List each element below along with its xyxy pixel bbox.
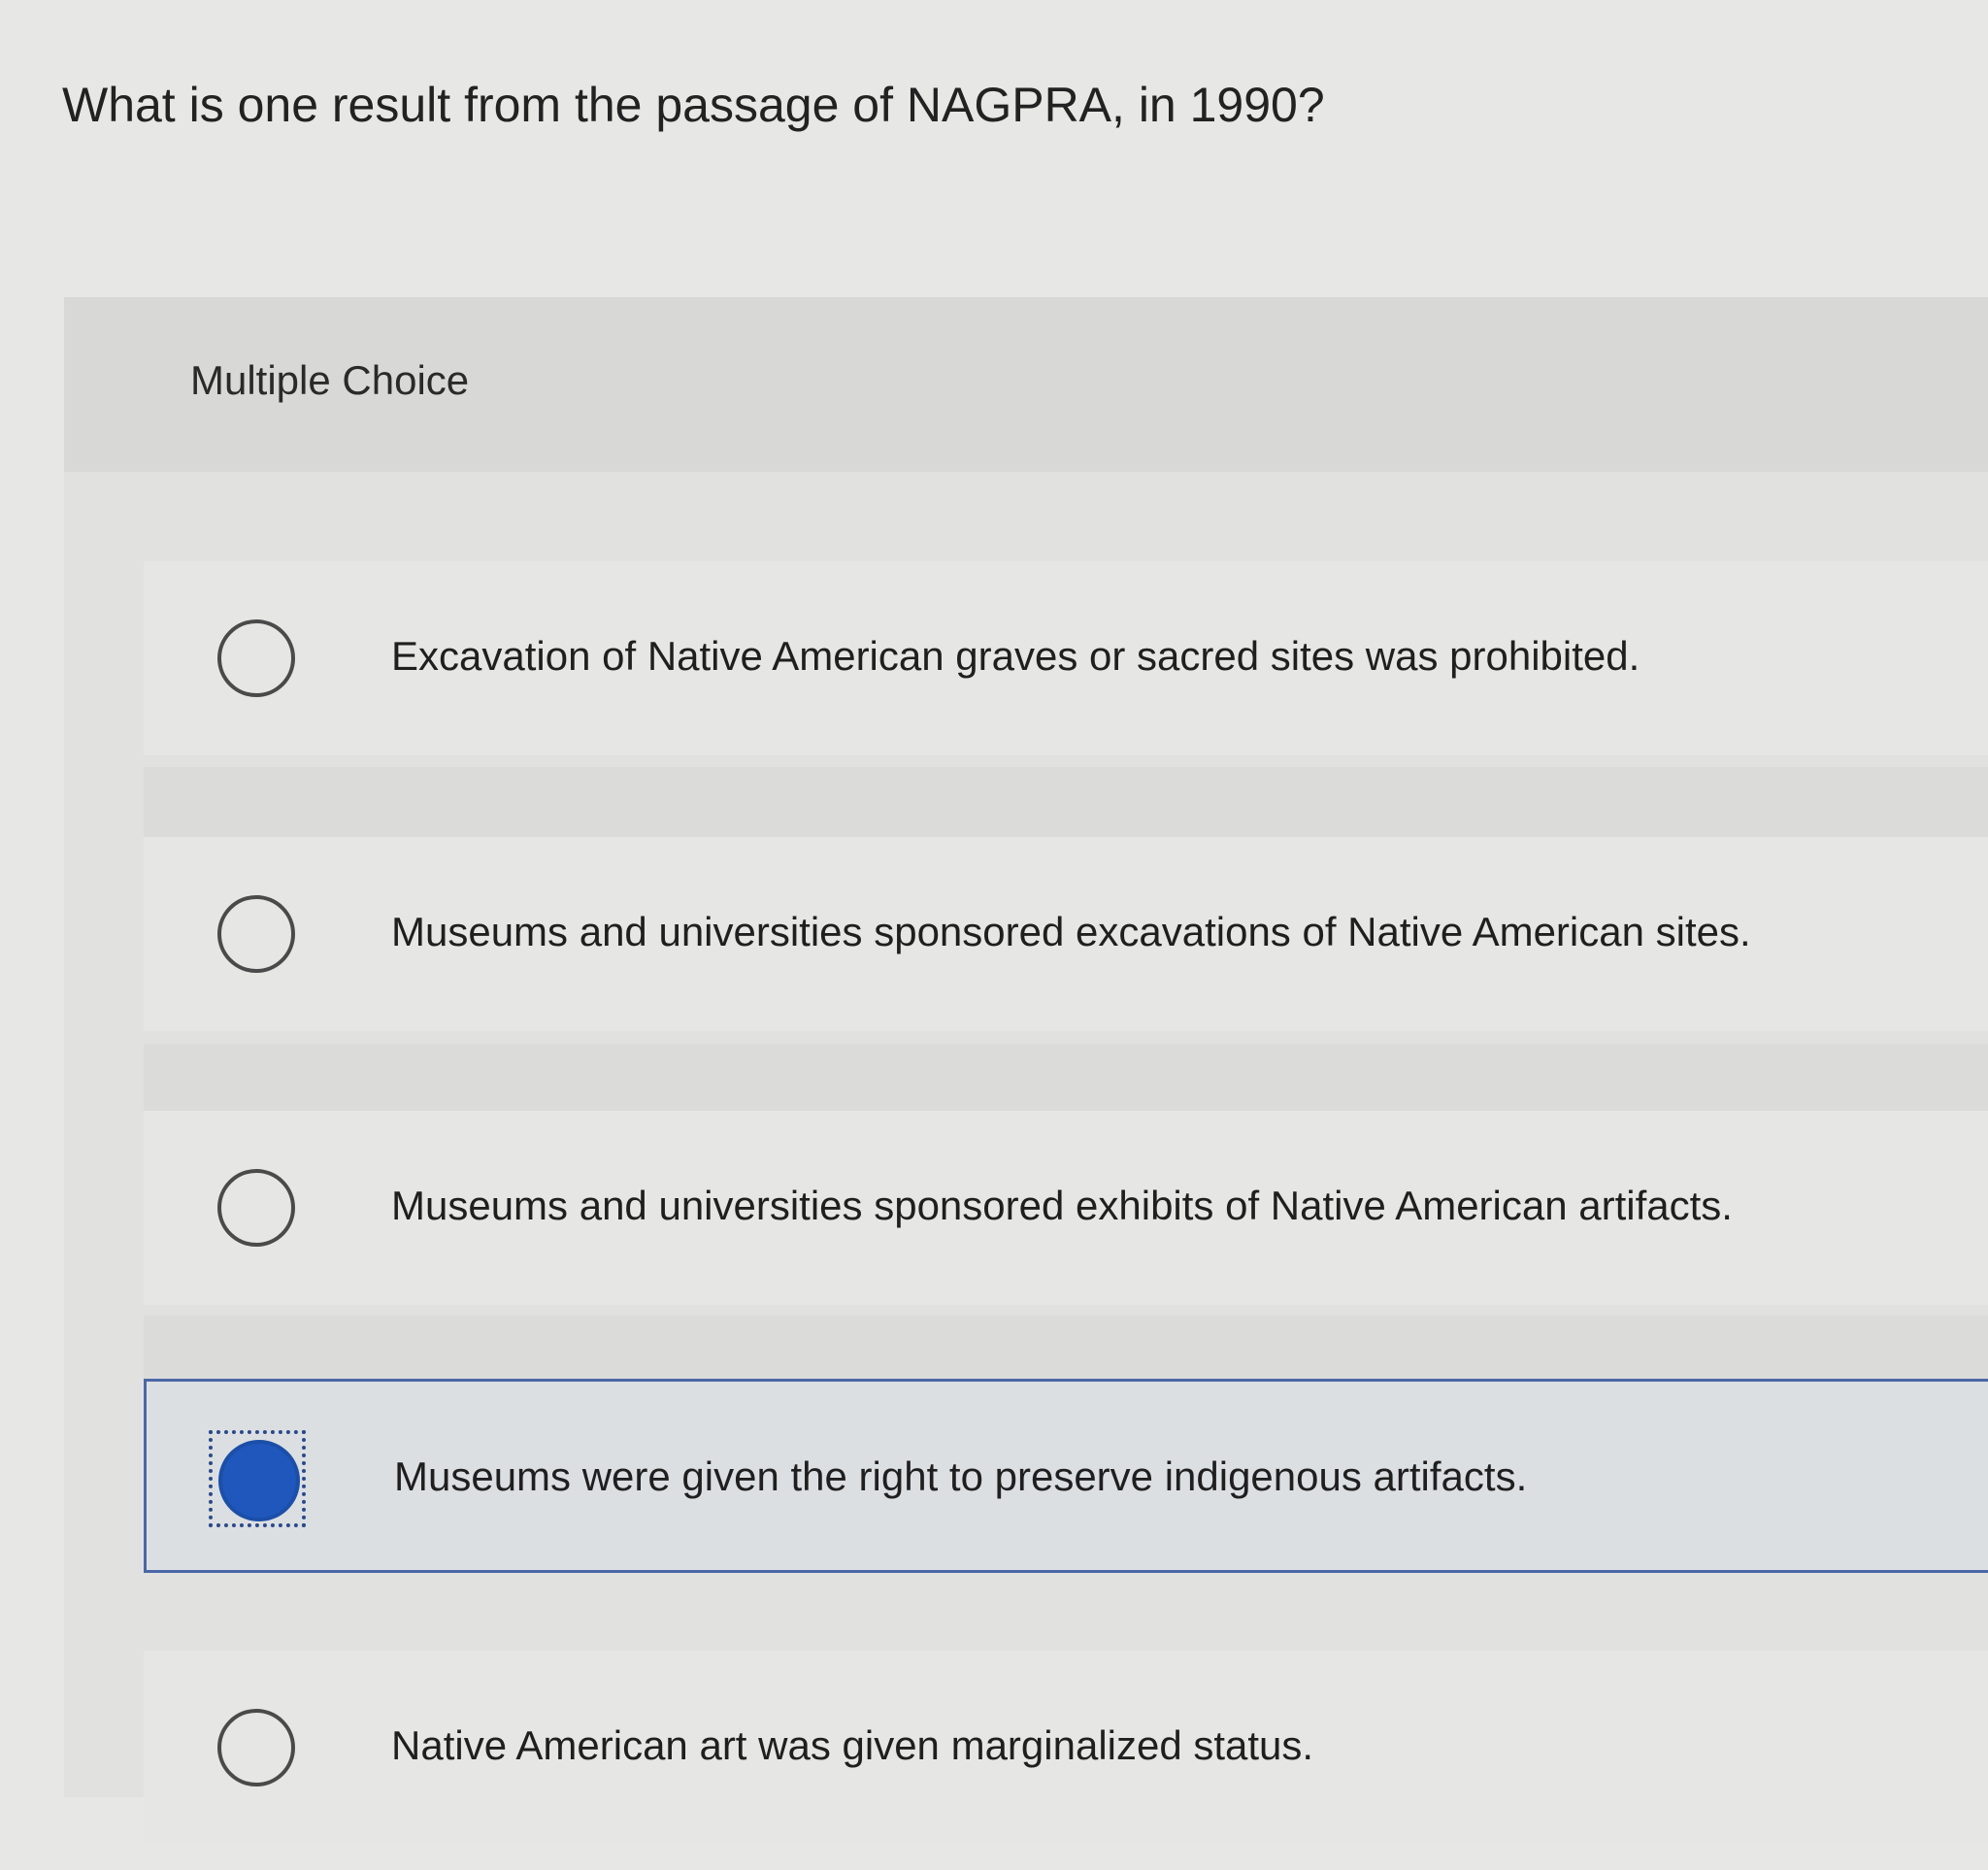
question-text: What is one result from the passage of N… [62, 78, 1325, 132]
radio-button-3[interactable] [217, 1169, 295, 1247]
answer-option-5[interactable]: Native American art was given marginaliz… [144, 1651, 1988, 1845]
answer-option-1[interactable]: Excavation of Native American graves or … [144, 561, 1988, 755]
answer-option-label: Excavation of Native American graves or … [391, 633, 1640, 679]
option-divider [144, 767, 1988, 845]
answer-option-2[interactable]: Museums and universities sponsored excav… [144, 837, 1988, 1031]
question-type-label: Multiple Choice [190, 357, 470, 403]
answer-option-4[interactable]: Museums were given the right to preserve… [144, 1379, 1988, 1573]
answer-option-3[interactable]: Museums and universities sponsored exhib… [144, 1111, 1988, 1305]
answer-option-label: Museums and universities sponsored exhib… [391, 1183, 1733, 1228]
radio-button-2[interactable] [217, 895, 295, 973]
panel-header: Multiple Choice [64, 297, 1988, 472]
answer-option-label: Museums were given the right to preserve… [394, 1453, 1528, 1499]
option-divider [144, 1044, 1988, 1121]
radio-button-1[interactable] [217, 619, 295, 697]
radio-button-4-selected[interactable] [218, 1440, 300, 1521]
radio-button-5[interactable] [217, 1709, 295, 1787]
answer-option-label: Native American art was given marginaliz… [391, 1722, 1314, 1768]
answer-option-label: Museums and universities sponsored excav… [391, 909, 1751, 954]
